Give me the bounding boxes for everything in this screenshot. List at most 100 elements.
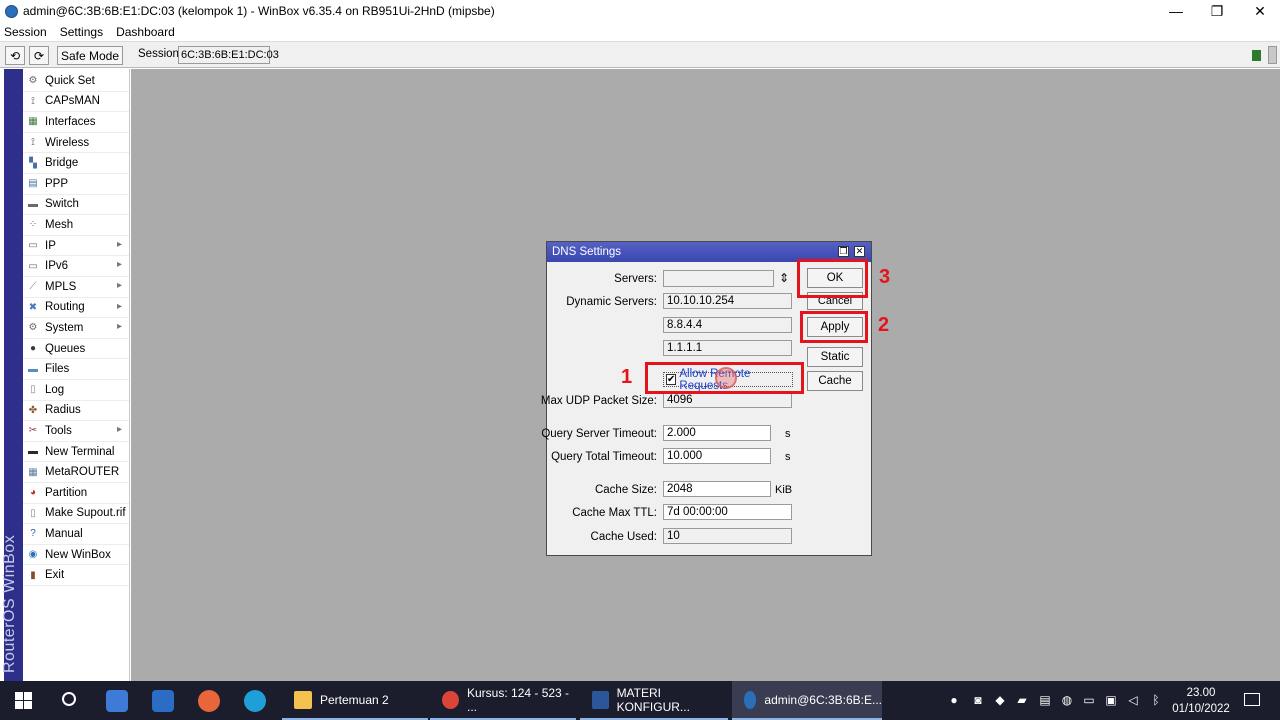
sidebar-item-system[interactable]: ⚙ System ▸ bbox=[23, 318, 129, 339]
sidebar-item-files[interactable]: ▬ Files bbox=[23, 359, 129, 380]
notification-icon[interactable] bbox=[1244, 693, 1260, 706]
menu-settings[interactable]: Settings bbox=[60, 25, 103, 39]
servers-spin-icon[interactable]: ⇕ bbox=[779, 271, 789, 285]
sidebar-item-new-terminal[interactable]: ▬ New Terminal bbox=[23, 442, 129, 463]
toolbar-scroll-handle[interactable] bbox=[1268, 46, 1277, 64]
menu-bar: Session Settings Dashboard bbox=[0, 22, 1280, 41]
sidebar-item-queues[interactable]: ● Queues bbox=[23, 339, 129, 360]
keyboard-icon[interactable]: ▤ bbox=[1037, 692, 1053, 708]
minimize-button[interactable]: — bbox=[1156, 0, 1196, 22]
query-server-timeout-label: Query Server Timeout: bbox=[541, 428, 657, 440]
record-icon[interactable]: ● bbox=[946, 692, 962, 708]
task-pertemuan[interactable]: Pertemuan 2 bbox=[282, 681, 428, 720]
static-button[interactable]: Static bbox=[807, 347, 863, 367]
search-icon[interactable] bbox=[62, 692, 76, 706]
redo-button[interactable]: ⟳ bbox=[29, 46, 49, 65]
bluetooth-icon[interactable]: ᛒ bbox=[1148, 692, 1164, 708]
sidebar-menu: ⚙ Quick Set ⟟ CAPsMAN ▦ Interfaces ⟟ Wireless ▚ B… bbox=[23, 69, 130, 681]
sidebar-item-ppp[interactable]: ▤ PPP bbox=[23, 174, 129, 195]
firefox-icon[interactable] bbox=[198, 690, 220, 712]
windows-start-icon[interactable] bbox=[15, 692, 32, 709]
sidebar-item-tools[interactable]: ✂ Tools ▸ bbox=[23, 421, 129, 442]
volume-icon[interactable]: ◁ bbox=[1125, 692, 1141, 708]
sidebar-item-log[interactable]: ▯ Log bbox=[23, 380, 129, 401]
maximize-button[interactable]: ❐ bbox=[1197, 0, 1237, 22]
task-winbox[interactable]: admin@6C:3B:6B:E... bbox=[732, 681, 882, 720]
servers-input[interactable] bbox=[663, 270, 774, 287]
taskbar: Pertemuan 2 Kursus: 124 - 523 - ... MATE… bbox=[0, 681, 1280, 720]
tools-icon: ✂ bbox=[28, 425, 38, 437]
query-server-timeout-unit: s bbox=[785, 428, 791, 440]
query-server-timeout-input[interactable]: 2.000 bbox=[663, 425, 771, 441]
mail-icon[interactable] bbox=[152, 690, 174, 712]
menu-session[interactable]: Session bbox=[4, 25, 47, 39]
task-label: Kursus: 124 - 523 - ... bbox=[467, 685, 570, 714]
menu-dashboard[interactable]: Dashboard bbox=[116, 25, 175, 39]
dynamic-server-2: 8.8.4.4 bbox=[663, 317, 792, 333]
winbox-icon: ◉ bbox=[28, 549, 38, 561]
sidebar-item-exit[interactable]: ▮ Exit bbox=[23, 565, 129, 586]
sidebar-item-capsman[interactable]: ⟟ CAPsMAN bbox=[23, 92, 129, 113]
sidebar-item-interfaces[interactable]: ▦ Interfaces bbox=[23, 112, 129, 133]
sidebar-item-new-winbox[interactable]: ◉ New WinBox bbox=[23, 545, 129, 566]
dialog-restore-button[interactable]: ❐ bbox=[838, 246, 849, 257]
sidebar-item-label: Exit bbox=[45, 569, 65, 582]
sidebar-item-label: CAPsMAN bbox=[45, 95, 100, 108]
antenna-icon: ⟟ bbox=[31, 137, 35, 149]
supout-icon: ▯ bbox=[30, 507, 36, 519]
dialog-close-button[interactable]: ✕ bbox=[854, 246, 865, 257]
sidebar-item-radius[interactable]: ✤ Radius bbox=[23, 401, 129, 422]
files-icon: ▬ bbox=[28, 363, 38, 375]
sidebar-item-mesh[interactable]: ⁘ Mesh bbox=[23, 215, 129, 236]
system-clock[interactable]: 23.00 01/10/2022 bbox=[1166, 685, 1236, 717]
sidebar-item-routing[interactable]: ✖ Routing ▸ bbox=[23, 298, 129, 319]
sidebar-item-make-supout-rif[interactable]: ▯ Make Supout.rif bbox=[23, 504, 129, 525]
sidebar-item-partition[interactable]: ◕ Partition bbox=[23, 483, 129, 504]
nvidia-icon[interactable]: ▰ bbox=[1014, 692, 1030, 708]
session-field[interactable]: 6C:3B:6B:E1:DC:03 bbox=[178, 46, 279, 64]
task-word[interactable]: MATERI KONFIGUR... bbox=[580, 681, 728, 720]
cache-size-input[interactable]: 2048 bbox=[663, 481, 771, 497]
display-icon[interactable]: ▣ bbox=[1103, 692, 1119, 708]
mpls-icon: ⟋ bbox=[29, 281, 37, 293]
camera-icon[interactable]: ◙ bbox=[970, 692, 986, 708]
query-total-timeout-label: Query Total Timeout: bbox=[551, 451, 657, 463]
close-button[interactable]: ✕ bbox=[1240, 0, 1280, 22]
store-icon[interactable] bbox=[106, 690, 128, 712]
query-total-timeout-input[interactable]: 10.000 bbox=[663, 448, 771, 464]
cache-max-ttl-input[interactable]: 7d 00:00:00 bbox=[663, 504, 792, 520]
sidebar-item-label: MetaROUTER bbox=[45, 466, 120, 479]
sidebar-item-manual[interactable]: ? Manual bbox=[23, 524, 129, 545]
battery-icon[interactable]: ▭ bbox=[1081, 692, 1097, 708]
servers-label: Servers: bbox=[614, 273, 657, 285]
sidebar-item-ip[interactable]: ▭ IP ▸ bbox=[23, 236, 129, 257]
shield-icon[interactable]: ◆ bbox=[992, 692, 1008, 708]
session-label: Session: bbox=[138, 48, 183, 60]
sidebar-item-label: System bbox=[45, 321, 84, 334]
cache-button[interactable]: Cache bbox=[807, 371, 863, 391]
annotation-box-2 bbox=[800, 311, 868, 343]
sidebar-item-mpls[interactable]: ⟋ MPLS ▸ bbox=[23, 277, 129, 298]
chrome-icon bbox=[442, 690, 459, 709]
sidebar-item-quick-set[interactable]: ⚙ Quick Set bbox=[23, 71, 129, 92]
submenu-arrow-icon: ▸ bbox=[116, 321, 122, 333]
sidebar-item-label: Queues bbox=[45, 342, 86, 355]
lock-icon bbox=[1252, 50, 1261, 61]
system-icon: ⚙ bbox=[28, 322, 38, 334]
undo-button[interactable]: ⟲ bbox=[5, 46, 25, 65]
mesh-icon: ⁘ bbox=[28, 219, 38, 231]
network-globe-icon[interactable]: ◍ bbox=[1059, 692, 1075, 708]
sidebar-item-switch[interactable]: ▬ Switch bbox=[23, 195, 129, 216]
sidebar-item-label: IP bbox=[45, 239, 56, 252]
task-chrome[interactable]: Kursus: 124 - 523 - ... bbox=[430, 681, 576, 720]
clock-date: 01/10/2022 bbox=[1172, 703, 1230, 715]
winbox-icon bbox=[744, 690, 757, 709]
edge-icon[interactable] bbox=[244, 690, 266, 712]
max-udp-input[interactable]: 4096 bbox=[663, 392, 792, 408]
sidebar-item-metarouter[interactable]: ▦ MetaROUTER bbox=[23, 462, 129, 483]
sidebar-item-bridge[interactable]: ▚ Bridge bbox=[23, 153, 129, 174]
sidebar-item-ipv6[interactable]: ▭ IPv6 ▸ bbox=[23, 256, 129, 277]
safe-mode-button[interactable]: Safe Mode bbox=[57, 46, 123, 65]
sidebar-item-wireless[interactable]: ⟟ Wireless bbox=[23, 133, 129, 154]
sidebar-item-label: PPP bbox=[45, 177, 69, 190]
